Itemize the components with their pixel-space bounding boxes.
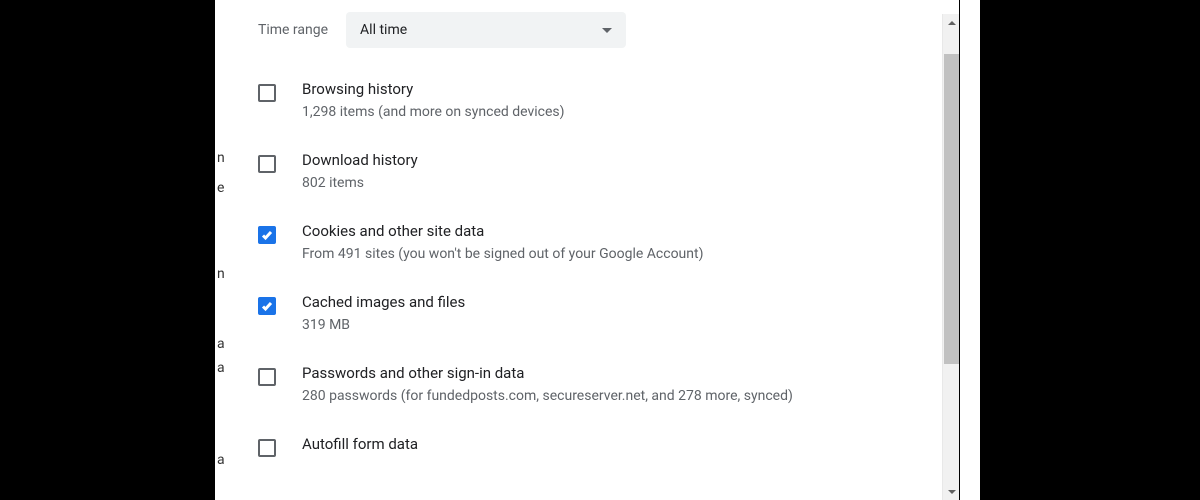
option-row[interactable]: Cached images and files 319 MB bbox=[258, 279, 959, 350]
scrollbar[interactable] bbox=[942, 14, 959, 500]
option-row[interactable]: Autofill form data bbox=[258, 421, 959, 471]
option-description: 802 items bbox=[302, 173, 935, 194]
checkmark-icon bbox=[261, 229, 273, 241]
scroll-up-button[interactable] bbox=[943, 14, 960, 31]
option-text: Download history 802 items bbox=[302, 151, 935, 194]
checkbox[interactable] bbox=[258, 226, 276, 244]
arrow-down-icon bbox=[948, 490, 956, 494]
time-range-select[interactable]: All time bbox=[346, 12, 626, 48]
checkmark-icon bbox=[261, 300, 273, 312]
option-title: Cookies and other site data bbox=[302, 222, 935, 240]
option-text: Cached images and files 319 MB bbox=[302, 293, 935, 336]
time-range-label: Time range bbox=[258, 22, 328, 38]
option-title: Passwords and other sign-in data bbox=[302, 364, 935, 382]
checkbox[interactable] bbox=[258, 297, 276, 315]
option-text: Autofill form data bbox=[302, 435, 935, 457]
option-title: Cached images and files bbox=[302, 293, 935, 311]
background-right bbox=[960, 0, 980, 500]
option-title: Autofill form data bbox=[302, 435, 935, 453]
option-text: Passwords and other sign-in data 280 pass… bbox=[302, 364, 935, 407]
time-range-row: Time range All time bbox=[234, 0, 959, 66]
option-text: Cookies and other site data From 491 site… bbox=[302, 222, 935, 265]
option-row[interactable]: Download history 802 items bbox=[258, 137, 959, 208]
checkbox[interactable] bbox=[258, 368, 276, 386]
background-left: n e n a a a bbox=[215, 0, 235, 500]
option-row[interactable]: Passwords and other sign-in data 280 pass… bbox=[258, 350, 959, 421]
arrow-up-icon bbox=[948, 21, 956, 25]
checkbox[interactable] bbox=[258, 84, 276, 102]
options-list: Browsing history 1,298 items (and more on… bbox=[234, 66, 959, 500]
checkbox[interactable] bbox=[258, 155, 276, 173]
clear-browsing-data-dialog: Time range All time Browsing history 1,29… bbox=[234, 0, 959, 500]
option-title: Download history bbox=[302, 151, 935, 169]
scroll-down-button[interactable] bbox=[943, 483, 960, 500]
option-row[interactable]: Cookies and other site data From 491 site… bbox=[258, 208, 959, 279]
option-description: 1,298 items (and more on synced devices) bbox=[302, 102, 935, 123]
option-description: 319 MB bbox=[302, 315, 935, 336]
time-range-value: All time bbox=[360, 22, 407, 38]
chevron-down-icon bbox=[602, 28, 612, 33]
option-description: From 491 sites (you won't be signed out … bbox=[302, 244, 935, 265]
option-row[interactable]: Browsing history 1,298 items (and more on… bbox=[258, 66, 959, 137]
option-description: 280 passwords (for fundedposts.com, secu… bbox=[302, 386, 935, 407]
option-text: Browsing history 1,298 items (and more on… bbox=[302, 80, 935, 123]
checkbox[interactable] bbox=[258, 439, 276, 457]
option-title: Browsing history bbox=[302, 80, 935, 98]
scroll-thumb[interactable] bbox=[944, 54, 959, 364]
